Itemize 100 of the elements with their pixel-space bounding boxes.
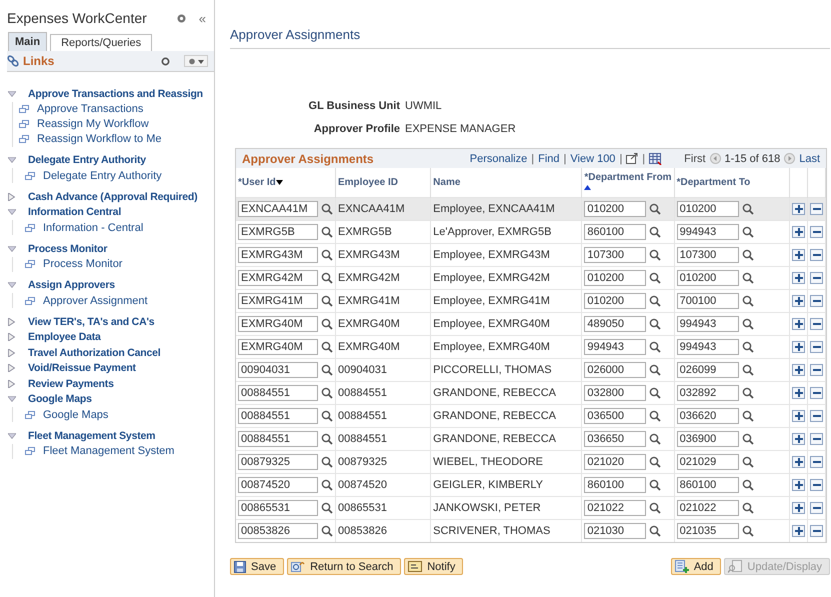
input-field[interactable]: EXMRG42M (238, 270, 318, 286)
search-icon[interactable] (649, 226, 662, 238)
input-field[interactable]: 026000 (584, 362, 646, 378)
expanded-triangle-icon[interactable] (8, 90, 16, 97)
column-header[interactable]: *Department To (676, 177, 750, 188)
expanded-triangle-icon[interactable] (8, 209, 16, 216)
search-icon[interactable] (321, 410, 333, 422)
section-link[interactable]: Assign Approvers (28, 279, 115, 292)
input-field[interactable]: 021035 (676, 523, 739, 539)
add-row-button[interactable] (792, 248, 805, 260)
search-icon[interactable] (742, 249, 754, 261)
input-field[interactable]: 489050 (584, 316, 646, 332)
add-row-button[interactable] (792, 524, 805, 536)
delete-row-button[interactable] (810, 340, 823, 352)
section-link[interactable]: Fleet Management System (28, 430, 156, 442)
search-icon[interactable] (649, 272, 662, 284)
search-icon[interactable] (742, 502, 754, 514)
input-field[interactable]: 994943 (676, 339, 739, 355)
search-icon[interactable] (742, 295, 754, 307)
notify-button[interactable]: Notify (404, 558, 464, 575)
input-field[interactable]: 010200 (676, 270, 739, 286)
add-row-button[interactable] (792, 226, 805, 238)
collapsed-triangle-icon[interactable] (8, 333, 16, 342)
input-field[interactable]: 010200 (584, 293, 646, 309)
spreadsheet-icon[interactable] (649, 152, 662, 164)
search-icon[interactable] (742, 364, 754, 376)
input-field[interactable]: 00884551 (238, 385, 318, 401)
input-field[interactable]: 00853826 (238, 523, 318, 539)
input-field[interactable]: 032800 (584, 385, 646, 401)
input-field[interactable]: 036900 (676, 431, 739, 447)
grid-link[interactable]: Find (538, 152, 560, 164)
section-link[interactable]: Travel Authorization Cancel (28, 346, 160, 359)
search-icon[interactable] (321, 272, 333, 284)
search-icon[interactable] (321, 525, 333, 537)
input-field[interactable]: EXMRG5B (238, 224, 318, 240)
add-row-button[interactable] (792, 364, 805, 376)
expanded-triangle-icon[interactable] (8, 157, 16, 164)
add-row-button[interactable] (792, 456, 805, 468)
add-row-button[interactable] (792, 318, 805, 330)
column-header[interactable]: Employee ID (338, 177, 398, 188)
input-field[interactable]: 010200 (676, 201, 739, 217)
collapse-button[interactable]: « (198, 10, 206, 26)
search-icon[interactable] (649, 203, 662, 215)
search-icon[interactable] (321, 479, 333, 491)
search-icon[interactable] (742, 203, 754, 215)
section-link[interactable]: Cash Advance (Approval Required) (28, 190, 198, 203)
search-icon[interactable] (321, 318, 333, 330)
add-row-button[interactable] (792, 432, 805, 444)
input-field[interactable]: 860100 (676, 477, 739, 493)
input-field[interactable]: 036500 (584, 408, 646, 424)
input-field[interactable]: 026099 (676, 362, 739, 378)
expanded-triangle-icon[interactable] (8, 396, 16, 402)
collapsed-triangle-icon[interactable] (8, 348, 16, 357)
save-button[interactable]: Save (230, 558, 284, 575)
menu-link[interactable]: Process Monitor (43, 258, 122, 270)
search-icon[interactable] (321, 226, 333, 238)
section-link[interactable]: Void/Reissue Payment (28, 362, 136, 374)
delete-row-button[interactable] (810, 478, 823, 490)
menu-link[interactable]: Information - Central (43, 222, 144, 234)
search-icon[interactable] (321, 295, 333, 307)
sort-descending-icon[interactable] (276, 180, 283, 185)
expanded-triangle-icon[interactable] (8, 246, 16, 252)
add-row-button[interactable] (792, 272, 805, 284)
search-icon[interactable] (321, 456, 333, 468)
input-field[interactable]: 00874520 (238, 477, 318, 493)
add-button[interactable]: Add (670, 558, 722, 575)
input-field[interactable]: 00865531 (238, 500, 318, 516)
input-field[interactable]: EXMRG40M (238, 339, 318, 355)
search-icon[interactable] (649, 364, 662, 376)
search-icon[interactable] (321, 341, 333, 353)
input-field[interactable]: 036620 (676, 408, 739, 424)
search-icon[interactable] (742, 318, 754, 330)
delete-row-button[interactable] (810, 386, 823, 398)
search-icon[interactable] (742, 479, 754, 491)
delete-row-button[interactable] (810, 432, 823, 444)
add-row-button[interactable] (792, 386, 805, 398)
menu-link[interactable]: Delegate Entry Authority (43, 170, 162, 182)
input-field[interactable]: 00884551 (238, 431, 318, 447)
input-field[interactable]: 860100 (584, 224, 646, 240)
delete-row-button[interactable] (810, 294, 823, 306)
expanded-triangle-icon[interactable] (8, 282, 16, 288)
add-row-button[interactable] (792, 502, 805, 514)
section-link[interactable]: Employee Data (28, 331, 101, 344)
input-field[interactable]: 107300 (676, 247, 739, 263)
input-field[interactable]: 021022 (584, 500, 646, 516)
input-field[interactable]: 036650 (584, 431, 646, 447)
input-field[interactable]: EXNCAA41M (238, 201, 318, 217)
search-icon[interactable] (321, 502, 333, 514)
delete-row-button[interactable] (810, 364, 823, 376)
search-icon[interactable] (649, 433, 662, 445)
search-icon[interactable] (321, 387, 333, 399)
input-field[interactable]: 700100 (676, 293, 739, 309)
grid-link[interactable]: View 100 (570, 152, 616, 164)
delete-row-button[interactable] (810, 524, 823, 536)
search-icon[interactable] (649, 525, 662, 537)
search-icon[interactable] (742, 226, 754, 238)
column-header[interactable]: *Department From (584, 172, 672, 194)
add-row-button[interactable] (792, 202, 805, 214)
search-icon[interactable] (649, 456, 662, 468)
last-link[interactable]: Last (799, 152, 820, 164)
